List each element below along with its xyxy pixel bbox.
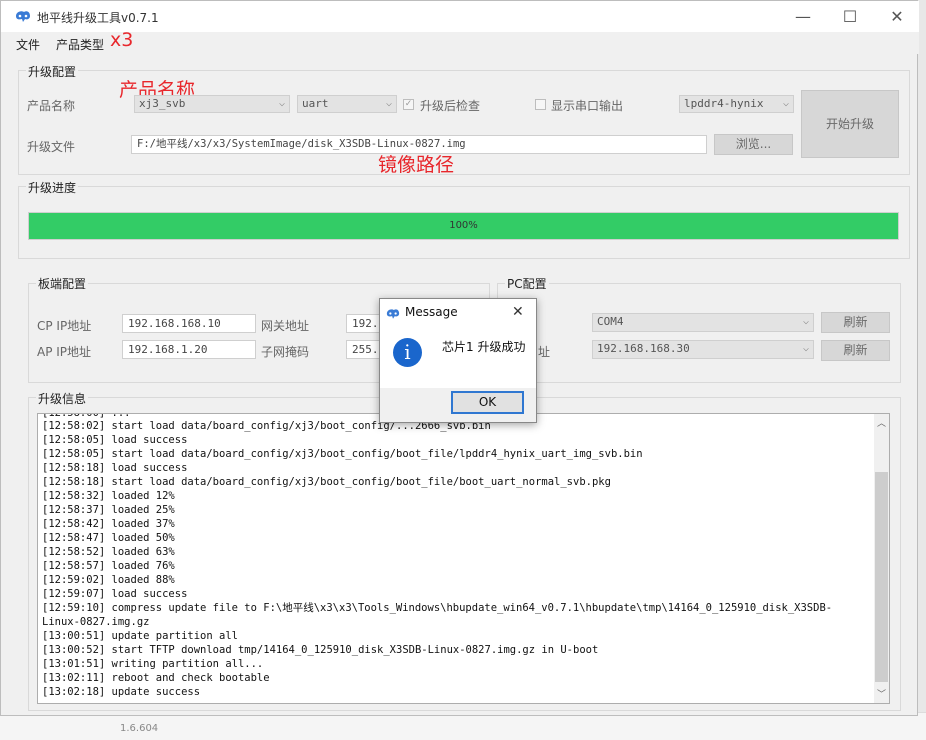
- info-icon: i: [393, 338, 422, 367]
- log-line: Linux-0827.img.gz: [42, 616, 150, 628]
- chevron-down-icon: ⌵: [385, 98, 392, 109]
- log-line: [12:58:32] loaded 12%: [42, 490, 175, 502]
- ap-ip-label: AP IP地址: [37, 345, 92, 359]
- background-window-bottom: 1.6.604: [0, 712, 926, 740]
- chevron-down-icon: ⌵: [802, 343, 809, 354]
- upgrade-file-label: 升级文件: [27, 140, 76, 154]
- menu-product-type[interactable]: 产品类型: [56, 36, 104, 53]
- menu-file[interactable]: 文件: [16, 36, 40, 53]
- log-line: [12:58:18] start load data/board_config/…: [42, 476, 611, 488]
- memory-type-value: lpddr4-hynix: [684, 97, 764, 110]
- dialog-close-button[interactable]: ✕: [512, 304, 524, 320]
- log-line: [13:02:18] update success: [42, 686, 201, 698]
- serial-port-select[interactable]: COM4 ⌵: [592, 313, 814, 332]
- close-button[interactable]: ✕: [883, 7, 911, 27]
- log-line: [12:58:37] loaded 25%: [42, 504, 175, 516]
- upgrade-progress-title: 升级进度: [26, 179, 79, 196]
- progress-percent-text: 100%: [449, 220, 478, 231]
- serial-port-value: COM4: [597, 315, 624, 328]
- message-dialog: Message ✕ i 芯片1 升级成功 OK: [379, 298, 537, 423]
- product-name-value: xj3_svb: [139, 97, 186, 110]
- log-line: [12:59:07] load success: [42, 588, 188, 600]
- product-name-select[interactable]: xj3_svb ⌵: [134, 95, 290, 113]
- log-line: [12:58:52] loaded 63%: [42, 546, 175, 558]
- upgrade-log[interactable]: [12:58:00] ... [12:58:02] start load dat…: [37, 413, 890, 704]
- background-text: 1.6.604: [120, 723, 159, 734]
- serial-output-label: 显示串口输出: [551, 99, 624, 113]
- serial-output-checkbox[interactable]: [535, 99, 546, 110]
- scroll-down-icon[interactable]: ﹀: [874, 687, 889, 701]
- refresh-ip-button[interactable]: 刷新: [821, 340, 890, 361]
- product-name-label: 产品名称: [27, 99, 76, 113]
- log-line: [12:58:42] loaded 37%: [42, 518, 175, 530]
- log-line: [12:59:10] compress update file to F:\地平…: [42, 602, 833, 614]
- minimize-button[interactable]: —: [789, 7, 817, 27]
- log-line: [12:58:05] load success: [42, 434, 188, 446]
- app-logo-icon: [386, 309, 400, 319]
- log-line: [13:01:51] writing partition all...: [42, 658, 264, 670]
- upgrade-info-title: 升级信息: [36, 390, 89, 407]
- upgrade-progress-bar: 100%: [28, 212, 899, 240]
- app-logo-icon: [16, 11, 30, 22]
- annotation-image-path: 镜像路径: [378, 154, 455, 176]
- title-bar: 地平线升级工具v0.7.1 — ☐ ✕: [1, 1, 919, 32]
- log-line: [13:00:52] start TFTP download tmp/14164…: [42, 644, 599, 656]
- log-line: [12:58:18] load success: [42, 462, 188, 474]
- interface-select[interactable]: uart ⌵: [297, 95, 397, 113]
- checkmark-icon: ✓: [404, 99, 413, 109]
- interface-value: uart: [302, 97, 329, 110]
- log-lines: [12:58:02] start load data/board_config/…: [42, 419, 832, 699]
- window-title: 地平线升级工具v0.7.1: [37, 11, 159, 25]
- cp-ip-label: CP IP地址: [37, 319, 92, 333]
- scroll-thumb[interactable]: [875, 472, 888, 682]
- check-after-upgrade-checkbox[interactable]: ✓: [403, 99, 414, 110]
- cp-ip-input[interactable]: 192.168.168.10: [122, 314, 256, 333]
- ap-ip-input[interactable]: 192.168.1.20: [122, 340, 256, 359]
- log-line: [12:58:47] loaded 50%: [42, 532, 175, 544]
- refresh-port-button[interactable]: 刷新: [821, 312, 890, 333]
- scroll-up-icon[interactable]: ︿: [874, 416, 889, 430]
- chevron-down-icon: ⌵: [782, 98, 789, 109]
- browse-button[interactable]: 浏览...: [714, 134, 793, 155]
- log-line: [13:02:11] reboot and check bootable: [42, 672, 270, 684]
- log-line: [12:58:57] loaded 76%: [42, 560, 175, 572]
- pc-config-title: PC配置: [505, 275, 549, 292]
- log-line: [12:59:02] loaded 88%: [42, 574, 175, 586]
- pc-ip-select[interactable]: 192.168.168.30 ⌵: [592, 340, 814, 359]
- menu-bar: [1, 32, 919, 54]
- pc-ip-value: 192.168.168.30: [597, 342, 690, 355]
- check-after-upgrade-label: 升级后检查: [420, 99, 481, 113]
- dialog-message: 芯片1 升级成功: [442, 340, 526, 354]
- upgrade-config-title: 升级配置: [26, 63, 79, 80]
- dialog-title-bar: Message ✕: [380, 299, 536, 327]
- gateway-label: 网关地址: [261, 319, 310, 333]
- pc-config-group: [497, 283, 901, 383]
- board-config-title: 板端配置: [36, 275, 89, 292]
- subnet-mask-label: 子网掩码: [261, 345, 310, 359]
- chevron-down-icon: ⌵: [278, 98, 285, 109]
- log-scrollbar[interactable]: ︿ ﹀: [874, 414, 889, 703]
- ok-button[interactable]: OK: [451, 391, 524, 414]
- dialog-title: Message: [405, 305, 458, 319]
- maximize-button[interactable]: ☐: [836, 7, 864, 27]
- log-line: [13:00:51] update partition all: [42, 630, 238, 642]
- memory-type-select[interactable]: lpddr4-hynix ⌵: [679, 95, 794, 113]
- log-line: [12:58:05] start load data/board_config/…: [42, 448, 643, 460]
- chevron-down-icon: ⌵: [802, 316, 809, 327]
- annotation-product-type: x3: [110, 29, 134, 51]
- start-upgrade-button[interactable]: 开始升级: [801, 90, 899, 158]
- pc-ip-label: 址: [538, 345, 551, 359]
